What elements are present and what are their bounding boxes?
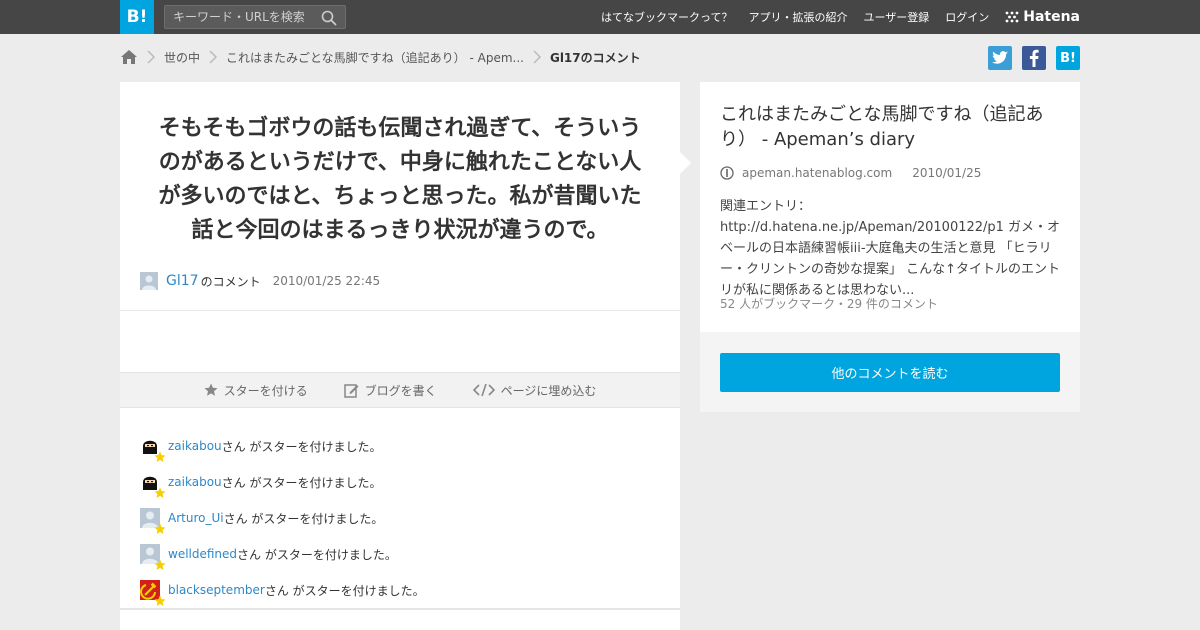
star-icon [154, 451, 166, 462]
chevron-right-icon [209, 50, 218, 64]
add-star-label: スターを付ける [223, 383, 308, 398]
facebook-icon [1029, 49, 1039, 67]
entry-excerpt: 関連エントリ：http://d.hatena.ne.jp/Apeman/2010… [720, 199, 1061, 298]
search-icon[interactable] [321, 10, 337, 26]
avatar[interactable] [140, 272, 158, 290]
list-item: welldefined さん がスターを付けました。 [140, 536, 660, 572]
nav-apps[interactable]: アプリ・拡張の紹介 [748, 9, 847, 25]
embed-button[interactable]: ページに埋め込む [472, 382, 597, 399]
top-nav: はてなブックマークって？ アプリ・拡張の紹介 ユーザー登録 ログイン Haten… [585, 0, 1080, 34]
facebook-share-button[interactable] [1022, 46, 1046, 70]
star-icon [154, 559, 166, 570]
hatena-bookmark-logo[interactable]: B! [120, 0, 154, 34]
star-user-link[interactable]: blackseptember [168, 583, 265, 597]
entry-meta: apeman.hatenablog.com 2010/01/25 [720, 166, 981, 180]
nav-register[interactable]: ユーザー登録 [863, 9, 929, 25]
chevron-right-icon [147, 50, 156, 64]
write-blog-label: ブログを書く [364, 383, 437, 398]
edit-icon [343, 383, 359, 398]
star-text: さん がスターを付けました。 [223, 511, 384, 526]
list-item: zaikabou さん がスターを付けました。 [140, 464, 660, 500]
nav-login[interactable]: ログイン [945, 9, 989, 25]
star-icon [154, 595, 166, 606]
comment-text: そもそもゴボウの話も伝聞され過ぎて、そういうのがあるというだけで、中身に触れたこ… [158, 116, 642, 243]
speech-pointer [680, 152, 691, 174]
star-user-link[interactable]: welldefined [168, 547, 237, 561]
divider [120, 310, 680, 311]
star-icon [154, 523, 166, 534]
avatar[interactable] [140, 544, 166, 570]
comment-user-link[interactable]: Gl17 [166, 273, 199, 289]
list-item: Arturo_Ui さん がスターを付けました。 [140, 500, 660, 536]
search-input[interactable] [173, 9, 313, 25]
code-icon [472, 383, 495, 397]
nav-about[interactable]: はてなブックマークって？ [601, 9, 732, 25]
bookmark-counts[interactable]: 52 人がブックマーク・29 件のコメント [720, 295, 938, 312]
star-user-link[interactable]: zaikabou [168, 439, 222, 453]
comment-timestamp[interactable]: 2010/01/25 22:45 [273, 274, 381, 288]
hatena-brand[interactable]: Hatena [1005, 9, 1080, 25]
add-star-button[interactable]: スターを付ける [204, 382, 308, 399]
top-bar: B! はてなブックマークって？ アプリ・拡張の紹介 ユーザー登録 ログイン Ha… [0, 0, 1200, 34]
comment-suffix: のコメント [200, 274, 261, 289]
search-box[interactable] [164, 5, 346, 29]
action-bar: スターを付ける ブログを書く ページに埋め込む [120, 372, 680, 408]
hatena-brand-label: Hatena [1023, 9, 1080, 25]
comment-meta: Gl17 のコメント 2010/01/25 22:45 [140, 272, 380, 290]
hatena-share-button[interactable]: B! [1056, 46, 1080, 70]
star-text: さん がスターを付けました。 [221, 475, 382, 490]
site-favicon-icon [720, 166, 734, 180]
star-text: さん がスターを付けました。 [264, 583, 425, 598]
avatar[interactable] [140, 472, 166, 498]
user-placeholder-icon [140, 272, 158, 290]
star-user-link[interactable]: Arturo_Ui [168, 511, 224, 525]
divider [120, 608, 680, 610]
star-list: zaikabou さん がスターを付けました。 zaikabou さん がスター… [140, 428, 660, 608]
entry-panel: これはまたみごとな馬脚ですね（追記あり） - Apeman’s diary ap… [700, 82, 1080, 412]
hatena-logo-icon [1005, 11, 1019, 23]
star-icon [204, 383, 218, 396]
entry-title[interactable]: これはまたみごとな馬脚ですね（追記あり） - Apeman’s diary [720, 102, 1065, 152]
star-user-link[interactable]: zaikabou [168, 475, 222, 489]
list-item: blackseptember さん がスターを付けました。 [140, 572, 660, 608]
breadcrumb: 世の中 これはまたみごとな馬脚ですね（追記あり） - Apem... Gl17の… [120, 44, 641, 70]
breadcrumb-category[interactable]: 世の中 [164, 49, 200, 66]
avatar[interactable] [140, 580, 166, 606]
embed-label: ページに埋め込む [500, 383, 597, 398]
chevron-right-icon [533, 50, 542, 64]
write-blog-button[interactable]: ブログを書く [343, 382, 437, 399]
share-buttons: B! [978, 46, 1080, 70]
star-text: さん がスターを付けました。 [237, 547, 397, 562]
twitter-icon [992, 51, 1008, 64]
entry-date: 2010/01/25 [912, 166, 982, 180]
entry-panel-footer: 他のコメントを読む [700, 332, 1080, 412]
breadcrumb-entry[interactable]: これはまたみごとな馬脚ですね（追記あり） - Apem... [226, 49, 524, 66]
star-icon [154, 487, 166, 498]
avatar[interactable] [140, 436, 166, 462]
star-text: さん がスターを付けました。 [221, 439, 382, 454]
entry-domain[interactable]: apeman.hatenablog.com [742, 166, 892, 180]
breadcrumb-current: Gl17のコメント [549, 50, 641, 65]
read-other-comments-button[interactable]: 他のコメントを読む [720, 353, 1060, 392]
home-icon[interactable] [120, 48, 138, 66]
comment-card: そもそもゴボウの話も伝聞され過ぎて、そういうのがあるというだけで、中身に触れたこ… [120, 82, 680, 630]
list-item: zaikabou さん がスターを付けました。 [140, 428, 660, 464]
twitter-share-button[interactable] [988, 46, 1012, 70]
avatar[interactable] [140, 508, 166, 534]
